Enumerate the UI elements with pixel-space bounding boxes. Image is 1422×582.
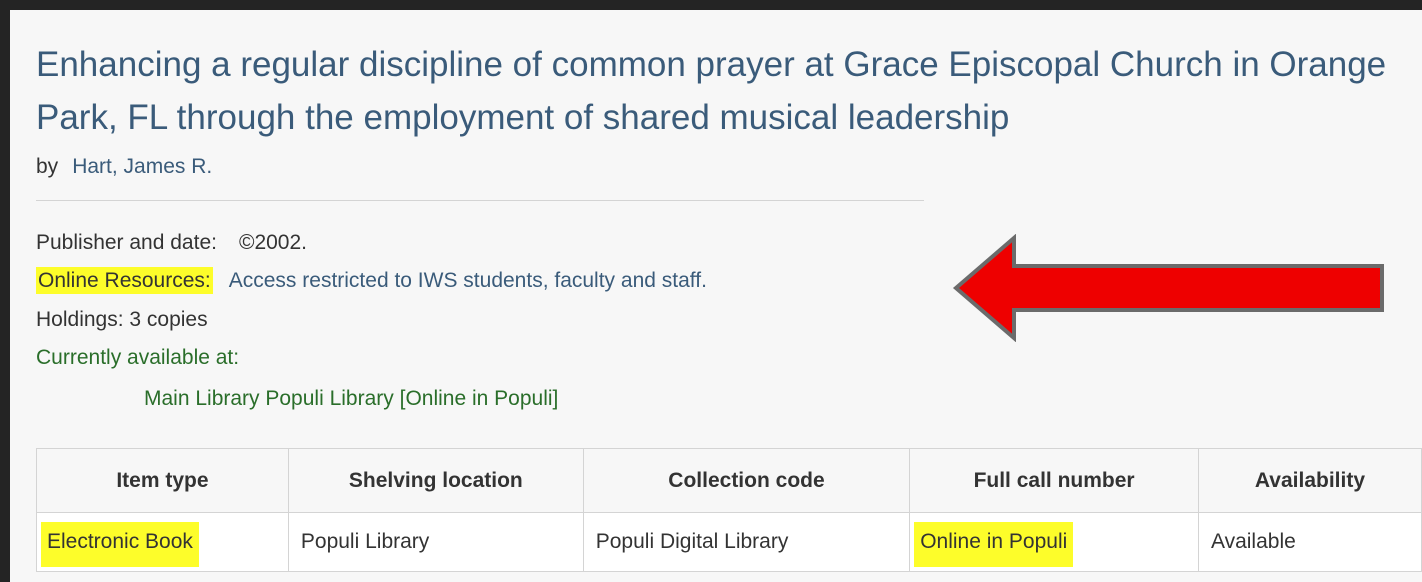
holdings-table: Item type Shelving location Collection c… (36, 448, 1422, 572)
column-header-availability[interactable]: Availability (1197, 448, 1422, 513)
author-link[interactable]: Hart, James R. (72, 155, 212, 178)
table-header-row: Item type Shelving location Collection c… (36, 448, 1422, 513)
column-header-call-number[interactable]: Full call number (909, 448, 1199, 513)
online-resource-link[interactable]: Access restricted to IWS students, facul… (229, 269, 707, 292)
cell-item-type: Electronic Book (36, 512, 289, 572)
publisher-value: ©2002. (238, 231, 307, 254)
column-header-item-type[interactable]: Item type (36, 448, 289, 513)
item-type-value: Electronic Book (41, 522, 199, 567)
column-header-shelving-location[interactable]: Shelving location (287, 448, 584, 513)
available-location[interactable]: Main Library Populi Library [Online in P… (144, 387, 558, 411)
holdings-count: Holdings: 3 copies (36, 308, 208, 331)
publisher-label: Publisher and date: (36, 231, 217, 254)
byline: by Hart, James R. (36, 155, 212, 179)
online-resources-label: Online Resources: (36, 267, 213, 294)
cell-availability: Available (1197, 512, 1422, 572)
by-label: by (36, 155, 59, 178)
online-resources-row: Online Resources: Access restricted to IW… (36, 267, 707, 294)
table-row: Electronic Book Populi Library Populi Di… (36, 512, 1422, 572)
record-title[interactable]: Enhancing a regular discipline of common… (36, 38, 1406, 144)
record-panel: Enhancing a regular discipline of common… (10, 10, 1422, 582)
column-header-collection-code[interactable]: Collection code (582, 448, 911, 513)
red-left-arrow-icon (952, 234, 1384, 342)
publisher-row: Publisher and date: ©2002. (36, 231, 307, 255)
divider (36, 200, 924, 201)
cell-call-number: Online in Populi (909, 512, 1199, 572)
available-label: Currently available at: (36, 346, 240, 369)
cell-shelving-location: Populi Library (287, 512, 584, 572)
cell-collection-code: Populi Digital Library (582, 512, 911, 572)
call-number-value: Online in Populi (914, 522, 1074, 567)
